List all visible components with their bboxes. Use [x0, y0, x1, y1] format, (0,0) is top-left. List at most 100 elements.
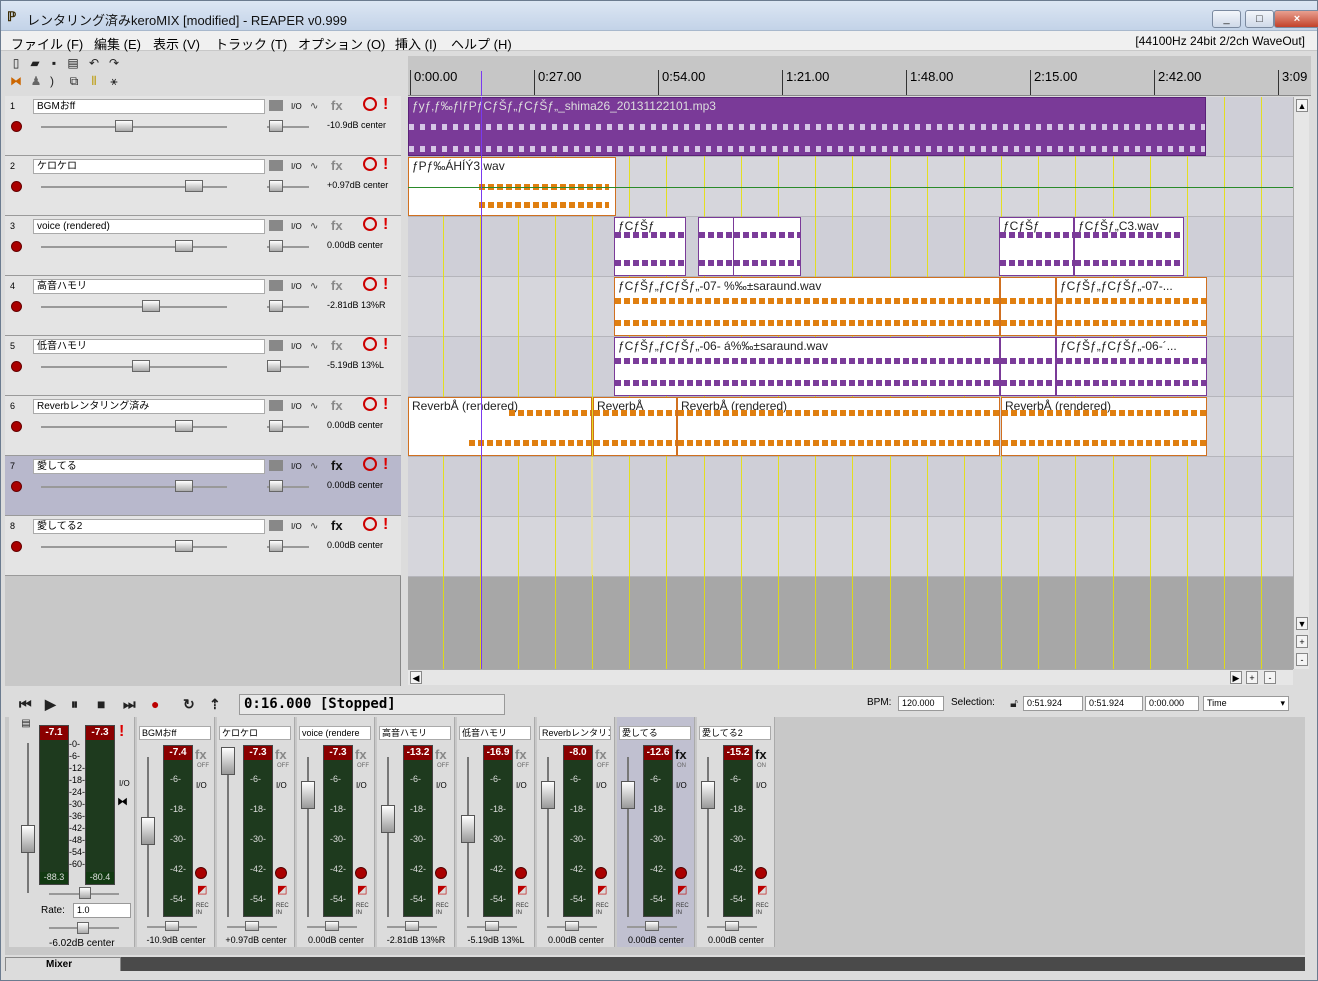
strip-name-field[interactable]: 低音ハモリ	[459, 726, 531, 740]
solo-warning-icon[interactable]: !	[383, 456, 388, 474]
strip-name-field[interactable]: ケロケロ	[219, 726, 291, 740]
menu-options[interactable]: オプション (O)	[298, 34, 385, 53]
strip-name-field[interactable]: 高音ハモリ	[379, 726, 451, 740]
mute-icon[interactable]	[363, 397, 377, 411]
record-monitor-icon[interactable]: ◩	[597, 883, 607, 896]
strip-fader[interactable]	[461, 815, 475, 843]
media-item-voice-3[interactable]	[733, 217, 801, 276]
media-item-high-harmony-3[interactable]: ƒCƒŠƒ„ƒCƒŠƒ„-07-...	[1056, 277, 1207, 336]
media-item-reverb-3[interactable]: ReverbÅ (rendered)	[677, 397, 1000, 456]
arrange-view[interactable]: ƒyƒ‚ƒ‰ƒlƒPƒCƒŠƒ„ƒCƒŠƒ„_shima26_201311221…	[408, 97, 1293, 669]
record-monitor-icon[interactable]: ◩	[677, 883, 687, 896]
scroll-down-icon[interactable]: ▼	[1296, 617, 1308, 630]
stop-icon[interactable]: ■	[97, 696, 105, 712]
mixer-tab[interactable]: Mixer	[5, 957, 121, 971]
strip-pan-knob[interactable]	[165, 921, 179, 931]
strip-record-arm-button[interactable]	[195, 867, 207, 879]
io-button[interactable]: I/O	[291, 282, 302, 291]
io-button[interactable]: I/O	[291, 462, 302, 471]
playhead-marker[interactable]	[481, 71, 482, 96]
mute-icon[interactable]	[363, 457, 377, 471]
strip-fx-button[interactable]: fx	[755, 747, 767, 762]
menu-edit[interactable]: 編集 (E)	[94, 34, 141, 53]
mute-icon[interactable]	[363, 97, 377, 111]
strip-fader[interactable]	[221, 747, 235, 775]
volume-knob[interactable]	[185, 180, 203, 192]
strip-fx-button[interactable]: fx	[275, 747, 287, 762]
menu-help[interactable]: ヘルプ (H)	[451, 34, 512, 53]
envelope-icon[interactable]: ∿	[310, 161, 318, 172]
solo-warning-icon[interactable]: !	[383, 396, 388, 414]
volume-knob[interactable]	[175, 540, 193, 552]
io-button[interactable]: I/O	[291, 342, 302, 351]
envelope-icon[interactable]: ∿	[310, 341, 318, 352]
strip-record-arm-button[interactable]	[355, 867, 367, 879]
media-item-bgm[interactable]: ƒyƒ‚ƒ‰ƒlƒPƒCƒŠƒ„ƒCƒŠƒ„_shima26_201311221…	[408, 97, 1206, 156]
record-arm-button[interactable]	[11, 121, 22, 132]
strip-fx-button[interactable]: fx	[515, 747, 527, 762]
record-arm-button[interactable]	[11, 361, 22, 372]
solo-warning-icon[interactable]: !	[383, 336, 388, 354]
strip-fx-button[interactable]: fx	[435, 747, 447, 762]
fx-button[interactable]: fx	[331, 458, 343, 473]
track-8[interactable]: 8 愛してる2 I/O ∿ fx ! 0.00dB center	[5, 516, 401, 576]
strip-record-arm-button[interactable]	[275, 867, 287, 879]
zoom-in-vertical-icon[interactable]: +	[1296, 635, 1308, 648]
fx-button[interactable]: fx	[331, 218, 343, 233]
go-to-end-icon[interactable]: ⏭	[123, 696, 136, 713]
folder-icon[interactable]	[269, 160, 283, 171]
pan-knob[interactable]	[269, 540, 283, 552]
new-project-icon[interactable]: ▯	[9, 56, 23, 70]
strip-record-arm-button[interactable]	[595, 867, 607, 879]
zoom-in-horizontal-icon[interactable]: +	[1246, 671, 1258, 684]
fx-button[interactable]: fx	[331, 278, 343, 293]
pan-knob[interactable]	[269, 240, 283, 252]
scroll-right-icon[interactable]: ▶	[1230, 671, 1242, 684]
strip-pan-knob[interactable]	[565, 921, 579, 931]
volume-slider[interactable]	[41, 426, 227, 428]
vertical-scrollbar[interactable]: ▲ ▼ + -	[1293, 97, 1309, 669]
envelope-icon[interactable]: ∿	[310, 521, 318, 532]
pan-knob[interactable]	[267, 360, 281, 372]
strip-pan-knob[interactable]	[245, 921, 259, 931]
selection-end-field[interactable]: 0:51.924	[1085, 696, 1143, 711]
master-fader[interactable]	[21, 825, 35, 853]
redo-icon[interactable]: ↷	[107, 56, 121, 70]
solo-warning-icon[interactable]: !	[383, 216, 388, 234]
folder-icon[interactable]	[269, 340, 283, 351]
open-folder-icon[interactable]: ▰	[28, 56, 42, 70]
strip-record-arm-button[interactable]	[515, 867, 527, 879]
media-item-reverb-2[interactable]: ReverbÅ	[593, 397, 677, 456]
media-item-reverb-1[interactable]: ReverbÅ (rendered)	[408, 397, 592, 456]
strip-pan-knob[interactable]	[485, 921, 499, 931]
repeat-icon[interactable]: ↻	[183, 696, 195, 713]
strip-fx-button[interactable]: fx	[675, 747, 687, 762]
strip-record-arm-button[interactable]	[435, 867, 447, 879]
strip-pan-knob[interactable]	[325, 921, 339, 931]
folder-icon[interactable]	[269, 100, 283, 111]
folder-icon[interactable]	[269, 520, 283, 531]
track-name-field[interactable]: 愛してる	[33, 459, 265, 474]
record-arm-button[interactable]	[11, 241, 22, 252]
menu-track[interactable]: トラック (T)	[215, 34, 287, 53]
volume-knob[interactable]	[115, 120, 133, 132]
media-item-voice-4[interactable]: ƒCƒŠƒ	[999, 217, 1074, 276]
rate-field[interactable]: 1.0	[73, 903, 131, 918]
strip-fx-button[interactable]: fx	[195, 747, 207, 762]
strip-name-field[interactable]: 愛してる	[619, 726, 691, 740]
folder-icon[interactable]	[269, 400, 283, 411]
speaker-icon[interactable]: )	[45, 74, 59, 88]
strip-io-button[interactable]: I/O	[436, 781, 447, 790]
record-monitor-icon[interactable]: ◩	[277, 883, 287, 896]
mute-icon[interactable]	[363, 337, 377, 351]
ripple-edit-icon[interactable]: ⧉	[67, 74, 81, 88]
media-item-reverb-4[interactable]: ReverbÅ (rendered)	[1001, 397, 1207, 456]
track-name-field[interactable]: voice (rendered)	[33, 219, 265, 234]
solo-warning-icon[interactable]: !	[383, 156, 388, 174]
metronome-icon[interactable]: ♟	[29, 74, 43, 88]
master-pan-knob[interactable]	[77, 922, 89, 934]
fx-button[interactable]: fx	[331, 518, 343, 533]
volume-slider[interactable]	[41, 306, 227, 308]
pan-knob[interactable]	[269, 420, 283, 432]
folder-icon[interactable]	[269, 280, 283, 291]
